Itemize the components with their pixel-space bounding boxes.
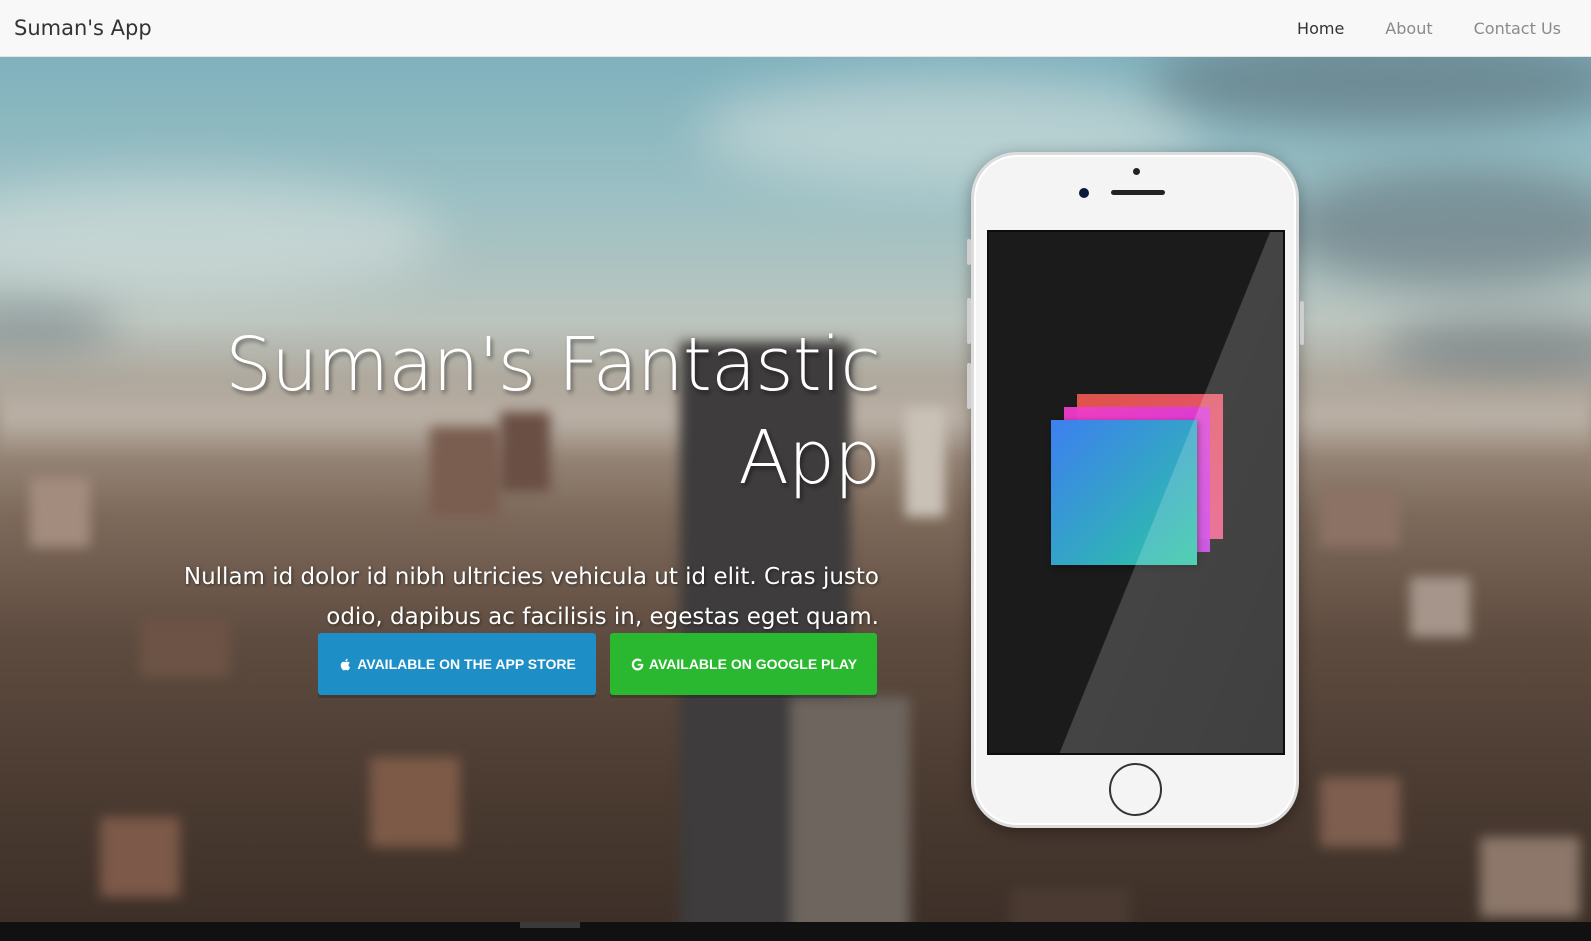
nav-link-about[interactable]: About (1385, 19, 1432, 38)
app-store-button-label: AVAILABLE ON THE APP STORE (357, 656, 576, 672)
nav-link-home[interactable]: Home (1297, 19, 1344, 38)
app-store-button[interactable]: AVAILABLE ON THE APP STORE (318, 633, 596, 695)
hero-title-line2: App (738, 415, 881, 501)
google-play-button-label: AVAILABLE ON GOOGLE PLAY (648, 656, 858, 672)
phone-speaker (1111, 190, 1165, 195)
navbar: Suman's App Home About Contact Us (0, 0, 1591, 57)
bottom-scrollbar[interactable] (0, 922, 1591, 941)
hero-title-line1: Suman's Fantastic (225, 322, 881, 408)
screen-glare (989, 232, 1283, 753)
phone-sensor (1133, 168, 1140, 175)
hero-title: Suman's Fantastic App (160, 319, 881, 505)
phone-camera (1079, 188, 1089, 198)
hero-section: Suman's Fantastic App Nullam id dolor id… (0, 57, 1591, 936)
brand-link[interactable]: Suman's App (14, 16, 152, 40)
google-icon (631, 658, 644, 670)
nav-link-contact-us[interactable]: Contact Us (1474, 19, 1561, 38)
phone-home-button (1109, 763, 1162, 816)
phone-screen (987, 230, 1285, 755)
phone-mockup (967, 152, 1304, 828)
hero-subtitle: Nullam id dolor id nibh ultricies vehicu… (183, 564, 879, 630)
apple-icon (340, 658, 351, 670)
nav-links: Home About Contact Us (1297, 19, 1561, 38)
google-play-button[interactable]: AVAILABLE ON GOOGLE PLAY (610, 633, 877, 695)
